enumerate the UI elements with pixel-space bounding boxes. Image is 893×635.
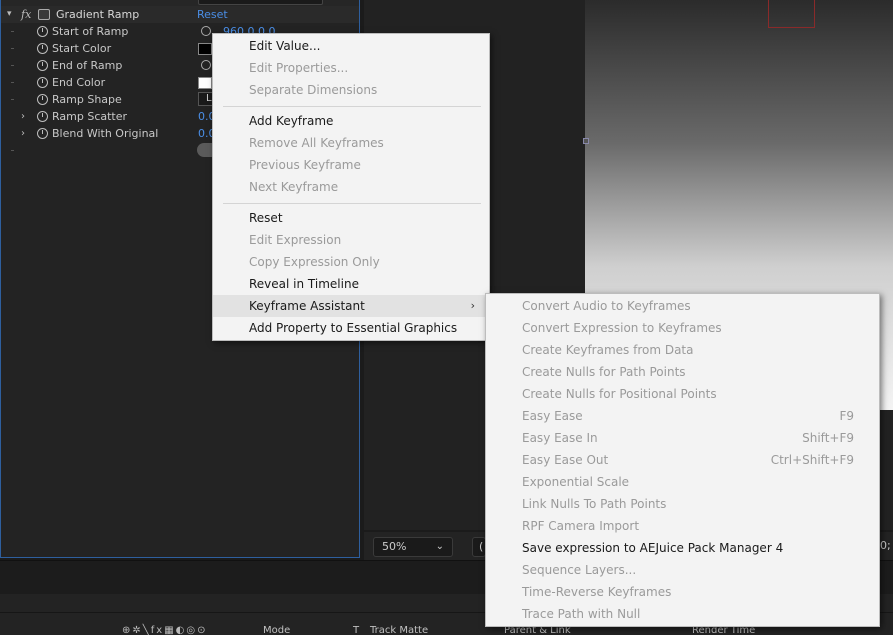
submenu-arrow-icon: › xyxy=(470,299,475,312)
submenu-item-label: Create Nulls for Path Points xyxy=(522,365,686,379)
submenu-item-create-nulls-path-points[interactable]: Create Nulls for Path Points xyxy=(486,361,879,383)
submenu-item-label: Trace Path with Null xyxy=(522,607,641,621)
submenu-item-sequence-layers[interactable]: Sequence Layers... xyxy=(486,559,879,581)
shortcut-label: F9 xyxy=(839,409,854,423)
stopwatch-icon[interactable] xyxy=(37,128,48,139)
submenu-item-label: Create Keyframes from Data xyxy=(522,343,694,357)
submenu-item-label: Save expression to AEJuice Pack Manager … xyxy=(522,541,784,555)
submenu-item-easy-ease-in[interactable]: Easy Ease In Shift+F9 xyxy=(486,427,879,449)
submenu-item-label: Convert Audio to Keyframes xyxy=(522,299,691,313)
menu-item-reveal-in-timeline[interactable]: Reveal in Timeline xyxy=(213,273,489,295)
fx-toggle-icon[interactable]: fx xyxy=(21,6,31,23)
submenu-item-easy-ease[interactable]: Easy Ease F9 xyxy=(486,405,879,427)
property-label: End Color xyxy=(52,76,106,89)
menu-item-keyframe-assistant[interactable]: Keyframe Assistant › xyxy=(213,295,489,317)
menu-item-edit-value[interactable]: Edit Value... xyxy=(213,35,489,57)
twirl-right-icon[interactable]: › xyxy=(21,108,31,125)
stopwatch-icon[interactable] xyxy=(37,111,48,122)
blending-mode-dropdown[interactable] xyxy=(198,0,323,5)
property-label: Start Color xyxy=(52,42,112,55)
submenu-item-convert-expression[interactable]: Convert Expression to Keyframes xyxy=(486,317,879,339)
effect-preset-icon xyxy=(38,9,50,20)
menu-item-edit-properties[interactable]: Edit Properties... xyxy=(213,57,489,79)
ramp-point-handle[interactable] xyxy=(583,138,589,144)
tree-line xyxy=(11,31,14,32)
property-label: Ramp Shape xyxy=(52,93,122,106)
submenu-item-create-nulls-positional-points[interactable]: Create Nulls for Positional Points xyxy=(486,383,879,405)
zoom-value: 50% xyxy=(382,540,407,553)
effect-header-gradient-ramp[interactable]: ▾ fx Gradient Ramp Reset xyxy=(1,6,359,23)
menu-item-add-property-to-essential-graphics[interactable]: Add Property to Essential Graphics xyxy=(213,317,489,339)
property-label: Start of Ramp xyxy=(52,25,129,38)
stopwatch-icon[interactable] xyxy=(37,26,48,37)
column-mode[interactable]: Mode xyxy=(263,625,290,635)
menu-separator xyxy=(223,203,481,204)
keyframe-assistant-submenu: Convert Audio to Keyframes Convert Expre… xyxy=(485,293,880,627)
menu-item-separate-dimensions[interactable]: Separate Dimensions xyxy=(213,79,489,101)
submenu-item-label: Exponential Scale xyxy=(522,475,630,489)
menu-separator xyxy=(223,106,481,107)
column-t[interactable]: T xyxy=(353,625,359,635)
stopwatch-icon[interactable] xyxy=(37,60,48,71)
twirl-right-icon[interactable]: › xyxy=(21,125,31,142)
submenu-item-save-expression-aejuice[interactable]: Save expression to AEJuice Pack Manager … xyxy=(486,537,879,559)
menu-item-edit-expression[interactable]: Edit Expression xyxy=(213,229,489,251)
property-label: Blend With Original xyxy=(52,127,159,140)
after-effects-window: ▾ fx Gradient Ramp Reset Start of Ramp 9… xyxy=(0,0,893,635)
stopwatch-icon[interactable] xyxy=(37,94,48,105)
shortcut-label: Shift+F9 xyxy=(802,431,854,445)
submenu-item-label: RPF Camera Import xyxy=(522,519,640,533)
end-color-swatch[interactable] xyxy=(198,77,212,89)
title-safe-guide xyxy=(768,0,815,28)
chevron-down-icon: ⌄ xyxy=(435,541,444,552)
property-label: Ramp Scatter xyxy=(52,110,128,123)
effect-name: Gradient Ramp xyxy=(56,8,140,21)
point-target-icon[interactable] xyxy=(201,60,211,70)
submenu-item-easy-ease-out[interactable]: Easy Ease Out Ctrl+Shift+F9 xyxy=(486,449,879,471)
menu-item-add-keyframe[interactable]: Add Keyframe xyxy=(213,110,489,132)
menu-item-label: Keyframe Assistant xyxy=(249,299,365,313)
tree-line xyxy=(11,82,14,83)
stopwatch-icon[interactable] xyxy=(37,43,48,54)
submenu-item-convert-audio[interactable]: Convert Audio to Keyframes xyxy=(486,295,879,317)
submenu-item-label: Easy Ease xyxy=(522,409,583,423)
submenu-item-label: Create Nulls for Positional Points xyxy=(522,387,717,401)
viewer-toolbar-timecode[interactable]: 0; xyxy=(880,537,891,555)
layer-switches-icons[interactable]: ⊕✲╲fx▦◐◎⊙ xyxy=(122,625,208,635)
menu-item-previous-keyframe[interactable]: Previous Keyframe xyxy=(213,154,489,176)
shortcut-label: Ctrl+Shift+F9 xyxy=(770,453,854,467)
tree-line xyxy=(11,48,14,49)
submenu-item-label: Easy Ease Out xyxy=(522,453,609,467)
submenu-item-label: Convert Expression to Keyframes xyxy=(522,321,722,335)
tree-line xyxy=(11,99,14,100)
menu-item-reset[interactable]: Reset xyxy=(213,207,489,229)
submenu-item-time-reverse-keyframes[interactable]: Time-Reverse Keyframes xyxy=(486,581,879,603)
submenu-item-exponential-scale[interactable]: Exponential Scale xyxy=(486,471,879,493)
column-track-matte[interactable]: Track Matte xyxy=(370,625,428,635)
zoom-dropdown[interactable]: 50% ⌄ xyxy=(373,537,453,557)
submenu-item-label: Time-Reverse Keyframes xyxy=(522,585,672,599)
submenu-item-label: Link Nulls To Path Points xyxy=(522,497,667,511)
submenu-item-link-nulls[interactable]: Link Nulls To Path Points xyxy=(486,493,879,515)
menu-item-next-keyframe[interactable]: Next Keyframe xyxy=(213,176,489,198)
menu-item-remove-all-keyframes[interactable]: Remove All Keyframes xyxy=(213,132,489,154)
submenu-item-trace-path-with-null[interactable]: Trace Path with Null xyxy=(486,603,879,625)
stopwatch-icon[interactable] xyxy=(37,77,48,88)
submenu-item-create-keyframes-from-data[interactable]: Create Keyframes from Data xyxy=(486,339,879,361)
effect-reset-link[interactable]: Reset xyxy=(197,6,228,23)
tree-line xyxy=(11,65,14,66)
viewer-toolbar-control[interactable]: ( xyxy=(472,537,486,557)
collapse-caret-icon[interactable]: ▾ xyxy=(7,6,12,23)
property-label: End of Ramp xyxy=(52,59,123,72)
tree-line xyxy=(11,150,14,151)
start-color-swatch[interactable] xyxy=(198,43,212,55)
submenu-item-rpf-camera-import[interactable]: RPF Camera Import xyxy=(486,515,879,537)
submenu-item-label: Sequence Layers... xyxy=(522,563,637,577)
point-target-icon[interactable] xyxy=(201,26,211,36)
submenu-item-label: Easy Ease In xyxy=(522,431,598,445)
menu-item-copy-expression-only[interactable]: Copy Expression Only xyxy=(213,251,489,273)
context-menu: Edit Value... Edit Properties... Separat… xyxy=(212,33,490,341)
